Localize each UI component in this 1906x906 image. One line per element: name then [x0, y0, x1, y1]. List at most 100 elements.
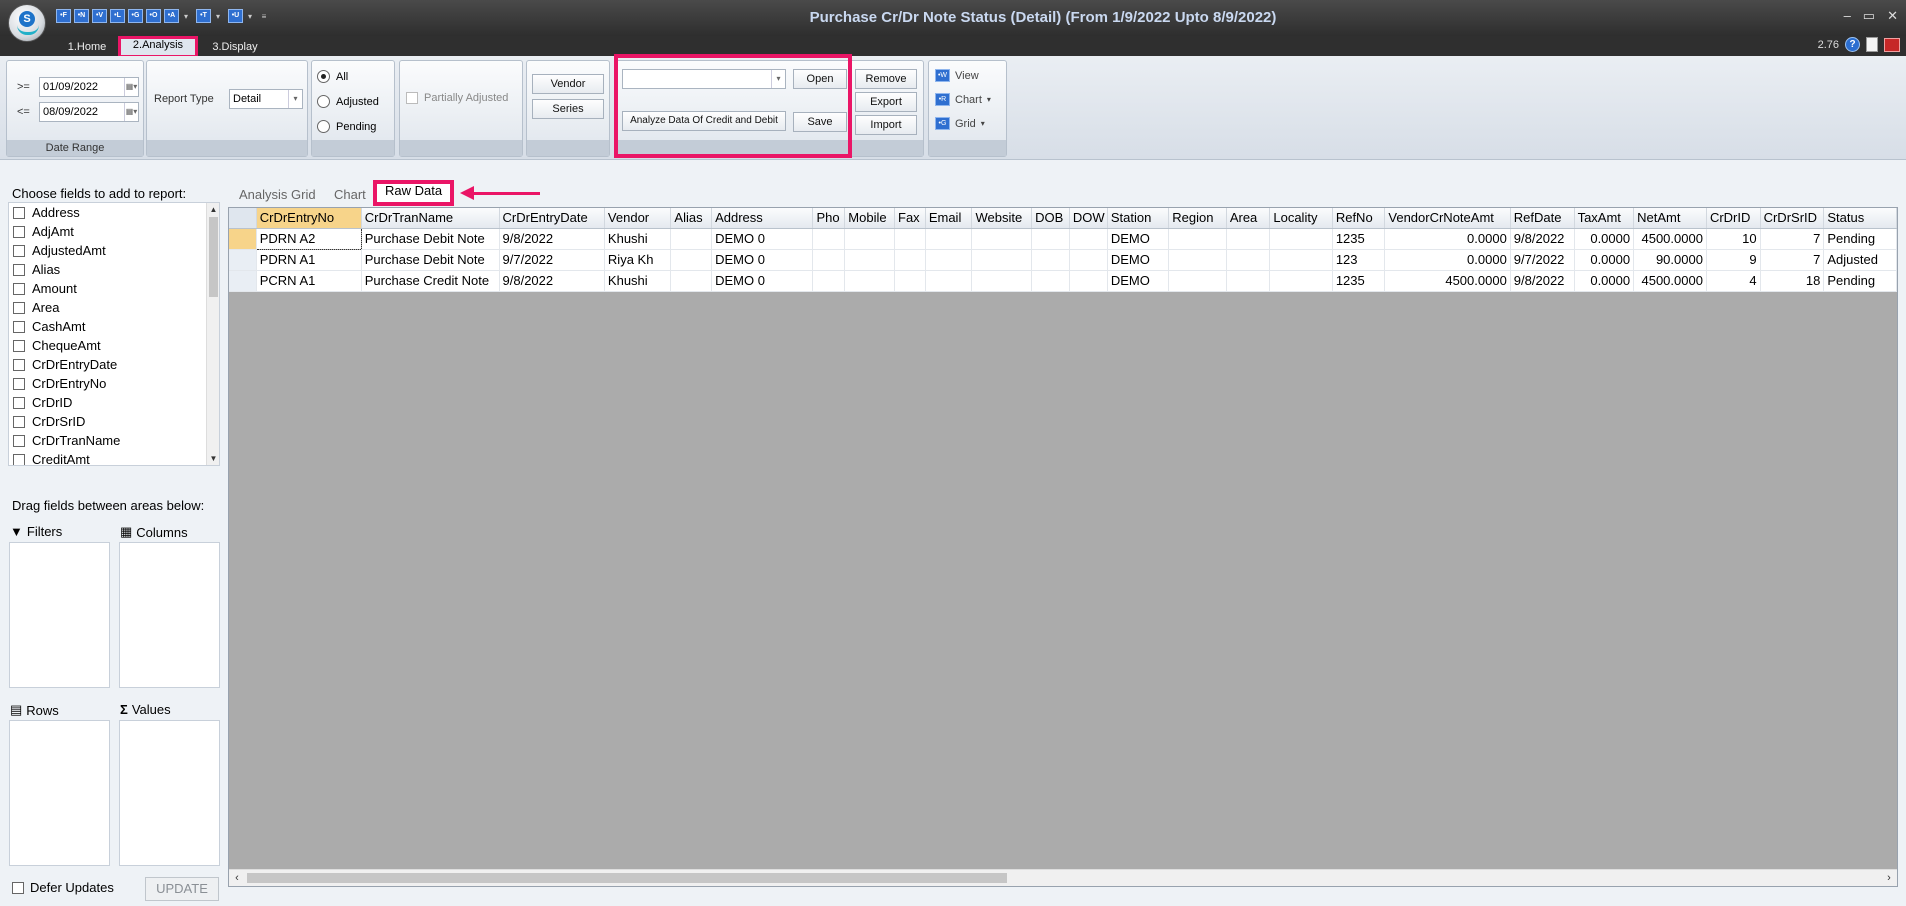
field-item[interactable]: AdjustedAmt — [9, 241, 219, 260]
column-header[interactable]: Mobile — [844, 208, 896, 229]
table-cell[interactable] — [1069, 249, 1108, 271]
table-cell[interactable] — [1031, 270, 1070, 292]
scroll-thumb[interactable] — [247, 873, 1007, 883]
table-cell[interactable] — [1168, 270, 1227, 292]
table-cell[interactable]: 1235 — [1332, 228, 1386, 250]
column-header[interactable]: TaxAmt — [1574, 208, 1635, 229]
table-cell[interactable]: 4500.0000 — [1633, 270, 1707, 292]
scroll-down-icon[interactable]: ▼ — [207, 452, 219, 465]
radio-adjusted[interactable]: Adjusted — [317, 95, 379, 108]
field-item[interactable]: Amount — [9, 279, 219, 298]
update-button[interactable]: UPDATE — [145, 877, 219, 901]
table-cell[interactable]: Riya Kh — [604, 249, 672, 271]
column-header[interactable]: CrDrEntryDate — [499, 208, 605, 229]
table-row[interactable]: PDRN A1 Purchase Debit Note 9/7/2022 Riya K… — [229, 249, 1897, 271]
table-cell[interactable] — [1031, 249, 1070, 271]
checkbox-icon[interactable] — [13, 301, 25, 314]
column-header[interactable]: CrDrTranName — [361, 208, 500, 229]
field-item[interactable]: CrDrEntryNo — [9, 374, 219, 393]
table-cell[interactable]: 9/8/2022 — [1510, 270, 1575, 292]
table-cell[interactable]: 9/8/2022 — [499, 270, 605, 292]
table-cell[interactable] — [1269, 228, 1333, 250]
table-cell[interactable]: DEMO 0 — [711, 270, 814, 292]
field-item[interactable]: AdjAmt — [9, 222, 219, 241]
table-cell[interactable]: 0.0000 — [1574, 270, 1635, 292]
grid-button[interactable]: •G Grid ▾ — [935, 117, 985, 130]
table-cell[interactable] — [1069, 228, 1108, 250]
table-row[interactable]: PCRN A1 Purchase Credit Note 9/8/2022 Khush… — [229, 270, 1897, 292]
column-header[interactable]: VendorCrNoteAmt — [1384, 208, 1511, 229]
field-item[interactable]: CrDrEntryDate — [9, 355, 219, 374]
select-all-corner[interactable] — [229, 208, 257, 229]
table-cell[interactable]: Khushi — [604, 270, 672, 292]
field-item[interactable]: Alias — [9, 260, 219, 279]
table-cell[interactable]: 7 — [1760, 228, 1825, 250]
from-date-field[interactable]: 01/09/2022 ▦▾ — [39, 77, 139, 97]
table-cell[interactable]: PDRN A2 — [255, 227, 362, 250]
table-cell[interactable]: 10 — [1706, 228, 1761, 250]
field-item[interactable]: CashAmt — [9, 317, 219, 336]
app-logo[interactable]: S — [8, 4, 46, 42]
checkbox-icon[interactable] — [13, 282, 25, 295]
table-cell[interactable] — [1168, 249, 1227, 271]
column-header[interactable]: Email — [925, 208, 973, 229]
table-cell[interactable] — [812, 228, 846, 250]
remove-button[interactable]: Remove — [855, 69, 917, 89]
chevron-down-icon[interactable]: ▾ — [987, 95, 991, 104]
column-header[interactable]: RefNo — [1332, 208, 1386, 229]
defer-updates-checkbox[interactable]: Defer Updates — [12, 880, 114, 895]
chart-button[interactable]: •R Chart ▾ — [935, 93, 991, 106]
table-cell[interactable] — [812, 249, 846, 271]
tab-display[interactable]: 3.Display — [210, 38, 260, 56]
radio-all[interactable]: All — [317, 70, 348, 83]
table-cell[interactable] — [1168, 228, 1227, 250]
table-cell[interactable]: 0.0000 — [1384, 228, 1511, 250]
table-cell[interactable]: 9/7/2022 — [499, 249, 605, 271]
checkbox-icon[interactable] — [13, 453, 25, 465]
export-button[interactable]: Export — [855, 92, 917, 112]
checkbox-icon[interactable] — [13, 244, 25, 257]
chevron-down-icon[interactable]: ▾ — [288, 90, 302, 108]
close-icon[interactable]: ✕ — [1887, 8, 1898, 24]
column-header[interactable]: CrDrSrID — [1760, 208, 1825, 229]
table-cell[interactable]: Purchase Debit Note — [361, 228, 500, 250]
column-header[interactable]: Region — [1168, 208, 1227, 229]
column-header[interactable]: Alias — [670, 208, 713, 229]
table-cell[interactable]: Purchase Credit Note — [361, 270, 500, 292]
table-cell[interactable] — [844, 228, 896, 250]
table-cell[interactable]: 0.0000 — [1384, 249, 1511, 271]
values-area[interactable] — [119, 720, 220, 866]
column-header[interactable]: DOB — [1031, 208, 1070, 229]
table-cell[interactable] — [844, 249, 896, 271]
table-cell[interactable] — [894, 228, 926, 250]
scroll-up-icon[interactable]: ▲ — [207, 203, 219, 216]
table-cell[interactable] — [670, 228, 713, 250]
table-cell[interactable]: PCRN A1 — [256, 270, 362, 292]
table-cell[interactable]: 9/7/2022 — [1510, 249, 1575, 271]
field-item[interactable]: Address — [9, 203, 219, 222]
checkbox-icon[interactable] — [13, 434, 25, 447]
series-button[interactable]: Series — [532, 99, 604, 119]
rows-area[interactable] — [9, 720, 110, 866]
calendar-dropdown-icon[interactable]: ▦▾ — [124, 78, 138, 96]
scroll-left-icon[interactable]: ‹ — [229, 870, 245, 886]
table-cell[interactable] — [1269, 249, 1333, 271]
table-cell[interactable] — [1226, 228, 1271, 250]
table-cell[interactable]: DEMO — [1107, 228, 1170, 250]
table-cell[interactable]: 9 — [1706, 249, 1761, 271]
table-cell[interactable] — [1269, 270, 1333, 292]
checkbox-icon[interactable] — [13, 263, 25, 276]
column-header[interactable]: NetAmt — [1633, 208, 1707, 229]
tab-home[interactable]: 1.Home — [62, 38, 112, 56]
column-header[interactable]: CrDrID — [1706, 208, 1761, 229]
column-header[interactable]: Address — [711, 208, 814, 229]
table-cell[interactable]: Adjusted — [1823, 249, 1897, 271]
table-cell[interactable]: Pending — [1823, 228, 1897, 250]
table-cell[interactable]: Pending — [1823, 270, 1897, 292]
column-header[interactable]: Status — [1823, 208, 1897, 229]
table-cell[interactable] — [1226, 270, 1271, 292]
column-header[interactable]: DOW — [1069, 208, 1108, 229]
vendor-button[interactable]: Vendor — [532, 74, 604, 94]
column-header[interactable]: Pho — [812, 208, 846, 229]
column-header[interactable]: RefDate — [1510, 208, 1575, 229]
